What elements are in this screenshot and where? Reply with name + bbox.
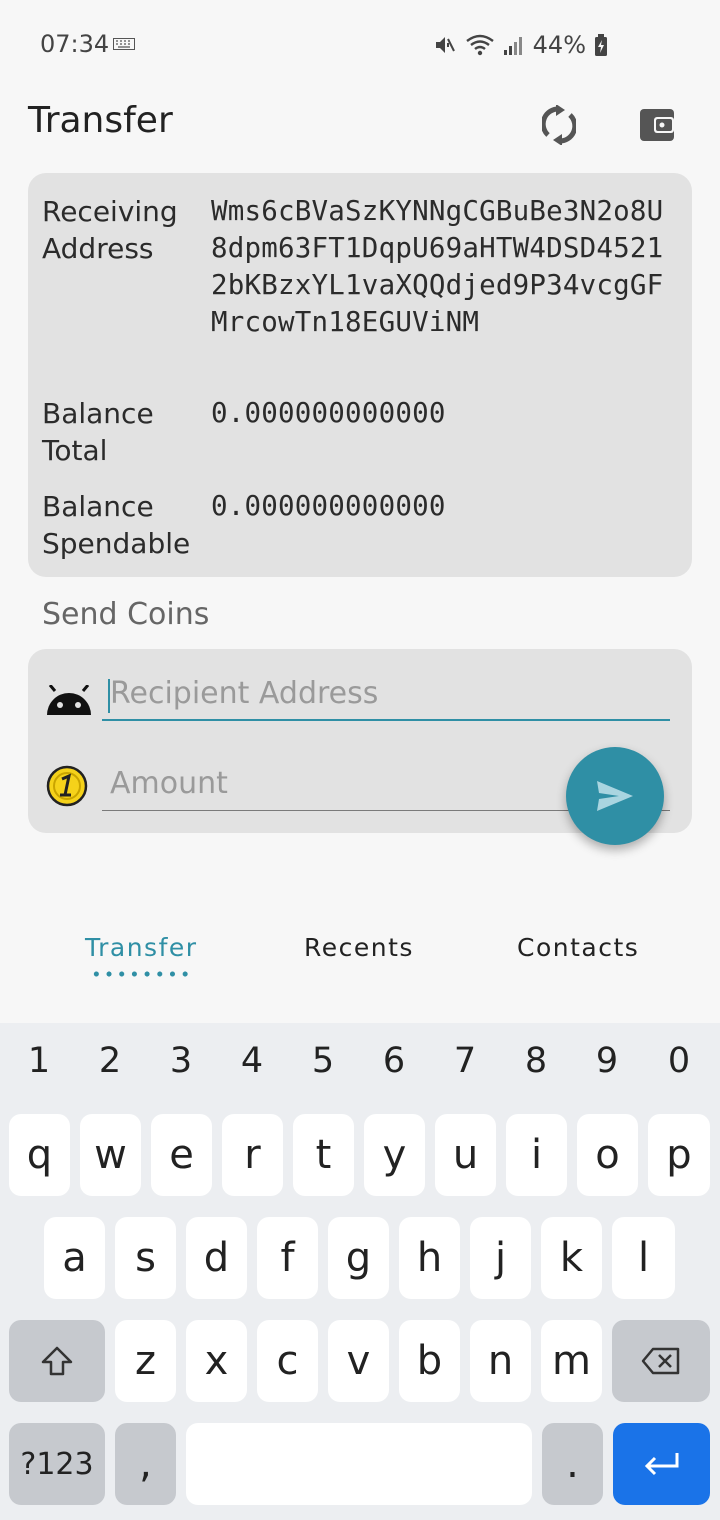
key-l[interactable]: l [612,1217,675,1299]
recipient-address-input[interactable]: Recipient Address [102,671,670,721]
recipient-address-placeholder: Recipient Address [110,676,379,711]
key-j[interactable]: j [470,1217,531,1299]
key-n[interactable]: n [470,1320,531,1402]
wallet-icon [640,109,674,141]
key-1[interactable]: 1 [3,1041,75,1091]
key-i[interactable]: i [506,1114,567,1196]
backspace-key[interactable] [612,1320,710,1402]
balance-spendable-label: Balance Spendable [42,490,191,560]
shift-key[interactable] [9,1320,105,1402]
key-k[interactable]: k [541,1217,602,1299]
key-x[interactable]: x [186,1320,247,1402]
balance-total-label: Balance Total [42,397,154,467]
key-b[interactable]: b [399,1320,460,1402]
key-d[interactable]: d [186,1217,247,1299]
android-icon [47,685,91,715]
enter-icon [644,1453,678,1476]
receiving-address-label: Receiving Address [42,195,178,265]
send-coins-title: Send Coins [42,597,210,632]
status-time: 07:34 [40,30,110,58]
soft-keyboard: 1 2 3 4 5 6 7 8 9 0 q w e r t y u i o p … [0,1023,720,1520]
balance-spendable-value: 0.000000000000 [211,490,446,522]
key-u[interactable]: u [435,1114,496,1196]
text-caret [108,679,110,713]
space-key[interactable] [186,1423,532,1505]
send-icon [597,781,633,811]
key-q[interactable]: q [9,1114,70,1196]
key-e[interactable]: e [151,1114,212,1196]
wallet-button[interactable] [632,100,682,150]
active-tab-indicator [90,970,192,978]
key-8[interactable]: 8 [500,1041,572,1091]
key-6[interactable]: 6 [358,1041,430,1091]
receiving-address-value: Wms6cBVaSzKYNNgCGBuBe3N2o8U8dpm63FT1DqpU… [211,195,664,338]
comma-key[interactable]: , [115,1423,176,1505]
coin-icon [46,765,88,807]
key-o[interactable]: o [577,1114,638,1196]
key-c[interactable]: c [257,1320,318,1402]
key-m[interactable]: m [541,1320,602,1402]
key-2[interactable]: 2 [74,1041,146,1091]
tab-contacts[interactable]: Contacts [517,933,639,962]
wifi-icon [465,34,494,56]
shift-icon [41,1346,73,1376]
key-3[interactable]: 3 [145,1041,217,1091]
balance-total-value: 0.000000000000 [211,397,446,429]
status-icons: 44% [433,30,608,60]
key-5[interactable]: 5 [287,1041,359,1091]
symbols-key[interactable]: ?123 [9,1423,105,1505]
key-w[interactable]: w [80,1114,141,1196]
key-7[interactable]: 7 [429,1041,501,1091]
key-g[interactable]: g [328,1217,389,1299]
key-z[interactable]: z [115,1320,176,1402]
tab-recents[interactable]: Recents [304,933,414,962]
key-0[interactable]: 0 [643,1041,715,1091]
status-bar: 07:34 44% [0,0,720,90]
key-h[interactable]: h [399,1217,460,1299]
key-f[interactable]: f [257,1217,318,1299]
key-r[interactable]: r [222,1114,283,1196]
battery-percent: 44% [532,31,586,59]
key-p[interactable]: p [648,1114,710,1196]
sync-icon [542,105,576,145]
key-y[interactable]: y [364,1114,425,1196]
send-button[interactable] [566,747,664,845]
key-v[interactable]: v [328,1320,389,1402]
signal-icon [503,37,522,55]
key-a[interactable]: a [44,1217,105,1299]
key-4[interactable]: 4 [216,1041,288,1091]
amount-placeholder: Amount [110,766,228,801]
tab-transfer[interactable]: Transfer [85,933,198,962]
page-title: Transfer [28,100,173,141]
period-key[interactable]: . [542,1423,603,1505]
enter-key[interactable] [613,1423,710,1505]
battery-charging-icon [595,34,607,56]
wallet-info-card: Receiving Address Wms6cBVaSzKYNNgCGBuBe3… [28,173,692,577]
mute-icon [435,37,455,53]
key-9[interactable]: 9 [571,1041,643,1091]
sync-button[interactable] [534,100,584,150]
key-t[interactable]: t [293,1114,354,1196]
bottom-tabs: Transfer Recents Contacts [0,915,720,1005]
backspace-icon [641,1347,680,1375]
key-s[interactable]: s [115,1217,176,1299]
keyboard-icon [113,38,135,50]
